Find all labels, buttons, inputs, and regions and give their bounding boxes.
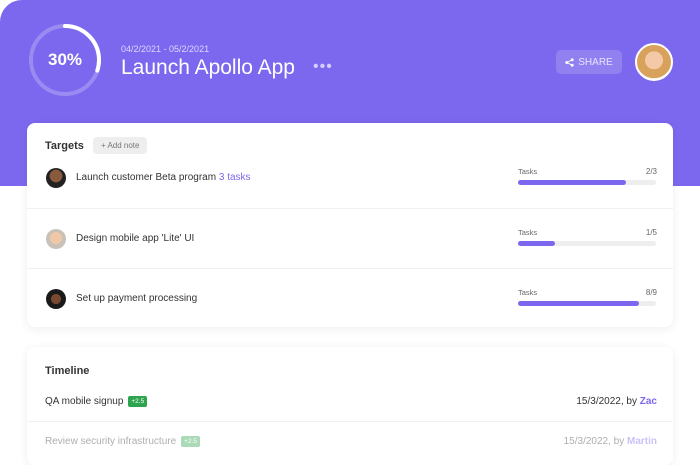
target-row[interactable]: Set up payment processing Tasks 8/9 — [27, 268, 673, 328]
timeline-item-name: QA mobile signup — [45, 396, 124, 407]
timeline-item[interactable]: Review security infrastructure +2.5 15/3/… — [45, 436, 657, 447]
timeline-date: 15/3/2022, by — [576, 396, 637, 407]
timeline-date: 15/3/2022, by — [563, 436, 625, 447]
user-link[interactable]: Martin — [627, 436, 657, 447]
assignee-avatar — [46, 289, 66, 309]
progress-fill — [518, 180, 626, 185]
progress-fill — [518, 301, 640, 306]
target-name: Set up payment processing — [76, 293, 198, 304]
tasks-label: Tasks — [518, 228, 538, 237]
tasks-count: 8/9 — [645, 288, 657, 297]
tasks-count: 1/5 — [645, 228, 657, 237]
share-icon — [565, 57, 574, 67]
timeline-item-name: Review security infrastructure — [45, 436, 177, 447]
tasks-label: Tasks — [518, 288, 538, 297]
tasks-progress-bar — [518, 301, 656, 306]
progress-fill — [518, 241, 556, 246]
progress-percent: 30% — [47, 50, 83, 69]
points-badge: +2.5 — [128, 396, 148, 407]
assignee-avatar — [46, 168, 66, 188]
target-name: Design mobile app 'Lite' UI — [76, 233, 195, 244]
tasks-progress-bar — [518, 180, 656, 185]
tasks-label: Tasks — [518, 167, 538, 176]
target-row[interactable]: Design mobile app 'Lite' UI Tasks 1/5 — [27, 208, 673, 268]
tasks-link[interactable]: 3 tasks — [219, 172, 251, 183]
timeline-title: Timeline — [45, 365, 90, 377]
share-button[interactable]: SHARE — [556, 50, 622, 74]
more-options-icon[interactable]: ••• — [313, 58, 333, 76]
timeline-card: Timeline QA mobile signup +2.5 15/3/2022,… — [27, 347, 673, 465]
points-badge: +2.5 — [181, 436, 200, 447]
target-name: Launch customer Beta program 3 tasks — [76, 172, 251, 183]
tasks-count: 2/3 — [645, 167, 657, 176]
targets-card: Targets + Add note Launch customer Beta … — [27, 123, 673, 327]
user-avatar[interactable] — [635, 43, 673, 81]
target-row[interactable]: Launch customer Beta program 3 tasks Tas… — [27, 148, 673, 208]
assignee-avatar — [46, 229, 66, 249]
timeline-item[interactable]: QA mobile signup +2.5 15/3/2022, by Zac — [45, 396, 657, 407]
page-title: Launch Apollo App — [121, 56, 295, 79]
date-range: 04/2/2021 - 05/2/2021 — [121, 44, 210, 54]
tasks-progress-bar — [518, 241, 656, 246]
share-label: SHARE — [578, 56, 613, 68]
user-link[interactable]: Zac — [640, 396, 657, 407]
